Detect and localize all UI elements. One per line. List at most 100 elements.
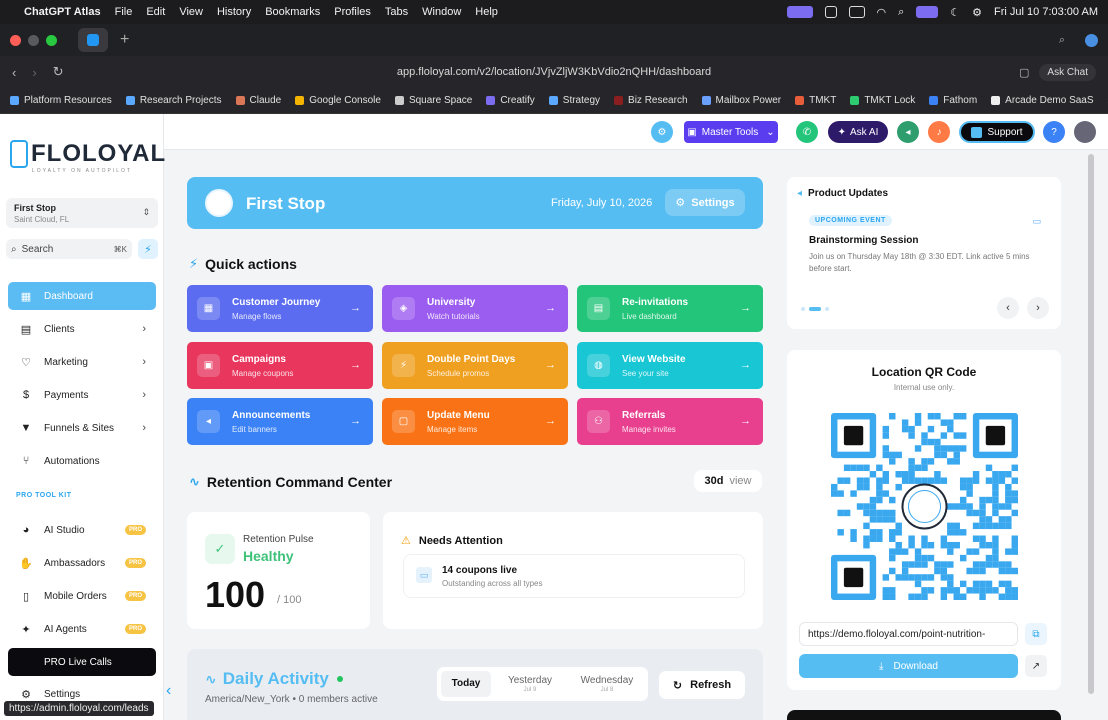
- user-avatar[interactable]: [1074, 121, 1096, 143]
- minimize-window-button[interactable]: [28, 34, 39, 46]
- location-banner: First Stop Friday, July 10, 2026 ⚙ Settin…: [187, 177, 763, 229]
- open-external-button[interactable]: ↗: [1025, 655, 1047, 677]
- help-button[interactable]: ?: [1043, 121, 1065, 143]
- carousel-prev-button[interactable]: ‹: [997, 297, 1019, 319]
- wifi-icon[interactable]: ◠: [877, 6, 887, 19]
- bookmark-item[interactable]: Claude: [235, 95, 281, 106]
- quick-action-tile[interactable]: ◂ Announcements Edit banners →: [187, 398, 373, 445]
- notifications-button[interactable]: ♪: [928, 121, 950, 143]
- sidebar-item-clients[interactable]: ▤ Clients ›: [8, 315, 156, 343]
- tab-wednesday[interactable]: Wednesday Jul 8: [571, 671, 643, 697]
- sidebar-item-ambassadors[interactable]: ✋ Ambassadors PRO: [8, 549, 156, 577]
- range-toggle[interactable]: 30d view: [694, 470, 762, 492]
- menu-window[interactable]: Window: [422, 6, 461, 18]
- bookmark-item[interactable]: Google Console: [295, 95, 381, 106]
- tab-search-icon[interactable]: ⌕: [1059, 34, 1065, 47]
- banner-settings-button[interactable]: ⚙ Settings: [665, 189, 745, 216]
- copy-url-button[interactable]: ⧉: [1025, 623, 1047, 645]
- bookmark-item[interactable]: Biz Research: [614, 95, 688, 106]
- menu-file[interactable]: File: [115, 6, 133, 18]
- support-button[interactable]: Support: [959, 121, 1035, 143]
- carousel-next-button[interactable]: ›: [1027, 297, 1049, 319]
- quick-action-tile[interactable]: ▣ Campaigns Manage coupons →: [187, 342, 373, 389]
- arrow-right-icon: →: [740, 359, 751, 371]
- browser-tab[interactable]: [78, 28, 108, 52]
- menu-history[interactable]: History: [217, 6, 251, 18]
- page-scrollbar[interactable]: [1088, 154, 1094, 694]
- focus-moon-icon[interactable]: ☾: [950, 6, 960, 19]
- bookmark-item[interactable]: Strategy: [548, 95, 600, 106]
- app-status-icon[interactable]: [824, 6, 837, 18]
- megaphone-button[interactable]: ◂: [897, 121, 919, 143]
- arrow-right-icon: →: [740, 302, 751, 314]
- carousel-pagination[interactable]: [801, 307, 829, 311]
- sidebar-item-mobile-orders[interactable]: ▯ Mobile Orders PRO: [8, 582, 156, 610]
- ask-ai-button[interactable]: ✦ Ask AI: [828, 121, 888, 143]
- reader-icon[interactable]: ▢: [1019, 66, 1029, 79]
- quick-action-tile[interactable]: ⚇ Referrals Manage invites →: [577, 398, 763, 445]
- back-icon[interactable]: ‹: [12, 65, 16, 80]
- bookmark-item[interactable]: Fathom: [929, 95, 977, 106]
- menu-clock[interactable]: Fri Jul 10 7:03:00 AM: [994, 6, 1098, 18]
- bookmark-item[interactable]: Arcade Demo SaaS: [991, 95, 1094, 106]
- quick-bolt-button[interactable]: ⚡: [138, 239, 158, 259]
- menu-profiles[interactable]: Profiles: [334, 6, 371, 18]
- sidebar-item-ai-studio[interactable]: ◕ AI Studio PRO: [8, 516, 156, 544]
- spotlight-icon[interactable]: ⌕: [898, 6, 904, 19]
- new-tab-icon[interactable]: +: [120, 31, 129, 49]
- forward-icon[interactable]: ›: [32, 65, 36, 80]
- refresh-button[interactable]: ↻ Refresh: [659, 671, 745, 699]
- sidebar-item-ai-agents[interactable]: ✦ AI Agents PRO: [8, 615, 156, 643]
- sidebar-item-pro-live-calls[interactable]: PRO Live Calls: [8, 648, 156, 676]
- bookmark-item[interactable]: Research Projects: [125, 95, 222, 106]
- fullscreen-window-button[interactable]: [46, 34, 57, 46]
- quick-action-tile[interactable]: ▤ Re-invitations Live dashboard →: [577, 285, 763, 332]
- quick-action-tile[interactable]: ▢ Update Menu Manage items →: [382, 398, 568, 445]
- screen-mirror-icon[interactable]: [916, 6, 939, 18]
- quick-action-tile[interactable]: ▦ Customer Journey Manage flows →: [187, 285, 373, 332]
- product-updates-card: ◂ Product Updates UPCOMING EVENT ▭ Brains…: [787, 177, 1061, 329]
- bookmark-item[interactable]: Mailbox Power: [701, 95, 781, 106]
- sidebar-item-marketing[interactable]: ♡ Marketing ›: [8, 348, 156, 376]
- tab-yesterday[interactable]: Yesterday Jul 9: [497, 671, 563, 697]
- menu-tabs[interactable]: Tabs: [385, 6, 408, 18]
- settings-gear-button[interactable]: ⚙: [651, 121, 673, 143]
- bookmark-item[interactable]: Platform Resources: [10, 95, 112, 106]
- qr-url-field[interactable]: https://demo.floloyal.com/point-nutritio…: [799, 622, 1018, 646]
- screen-share-icon[interactable]: [786, 6, 813, 18]
- ask-chat-button[interactable]: Ask Chat: [1039, 63, 1096, 81]
- sidebar-item-automations[interactable]: ⑂ Automations: [8, 447, 156, 475]
- menu-view[interactable]: View: [179, 6, 203, 18]
- url-field[interactable]: app.floloyal.com/v2/location/JVjvZljW3Kb…: [0, 66, 1108, 78]
- tab-today[interactable]: Today: [441, 671, 491, 697]
- coupons-alert-row[interactable]: ▭ 14 coupons live Outstanding across all…: [403, 554, 745, 598]
- menu-app-name[interactable]: ChatGPT Atlas: [24, 6, 101, 18]
- download-qr-button[interactable]: ⤓ Download: [799, 654, 1018, 678]
- qr-subtitle: Internal use only.: [893, 383, 955, 392]
- control-center-icon[interactable]: ⚙: [972, 6, 982, 19]
- cup-icon: ▢: [392, 410, 415, 433]
- sidebar-item-dashboard[interactable]: ▦ Dashboard: [8, 282, 156, 310]
- search-input[interactable]: ⌕ Search ⌘K: [6, 239, 132, 259]
- menu-bookmarks[interactable]: Bookmarks: [265, 6, 320, 18]
- battery-icon[interactable]: [848, 6, 865, 18]
- bookmark-item[interactable]: Creatify: [486, 95, 535, 106]
- bookmark-item[interactable]: TMKT: [795, 95, 836, 106]
- sidebar-item-payments[interactable]: $ Payments ›: [8, 381, 156, 409]
- quick-action-tile[interactable]: ◈ University Watch tutorials →: [382, 285, 568, 332]
- master-tools-dropdown[interactable]: ▣ Master Tools ⌄: [684, 121, 778, 143]
- floloyal-logo[interactable]: FLOLOYAL: [10, 140, 166, 168]
- reload-icon[interactable]: ↻: [53, 64, 64, 80]
- quick-action-tile[interactable]: ◍ View Website See your site →: [577, 342, 763, 389]
- bookmark-item[interactable]: TMKT Lock: [850, 95, 915, 106]
- collapse-sidebar-icon[interactable]: ‹: [166, 682, 171, 700]
- bookmark-item[interactable]: Square Space: [394, 95, 472, 106]
- sidebar-item-funnels[interactable]: ▼ Funnels & Sites ›: [8, 414, 156, 442]
- menu-help[interactable]: Help: [475, 6, 498, 18]
- profile-avatar[interactable]: [1085, 33, 1098, 47]
- quick-action-tile[interactable]: ⚡ Double Point Days Schedule promos →: [382, 342, 568, 389]
- call-button[interactable]: ✆: [796, 121, 818, 143]
- location-switcher[interactable]: First Stop Saint Cloud, FL ⇕: [6, 198, 158, 228]
- menu-edit[interactable]: Edit: [146, 6, 165, 18]
- close-window-button[interactable]: [10, 34, 21, 46]
